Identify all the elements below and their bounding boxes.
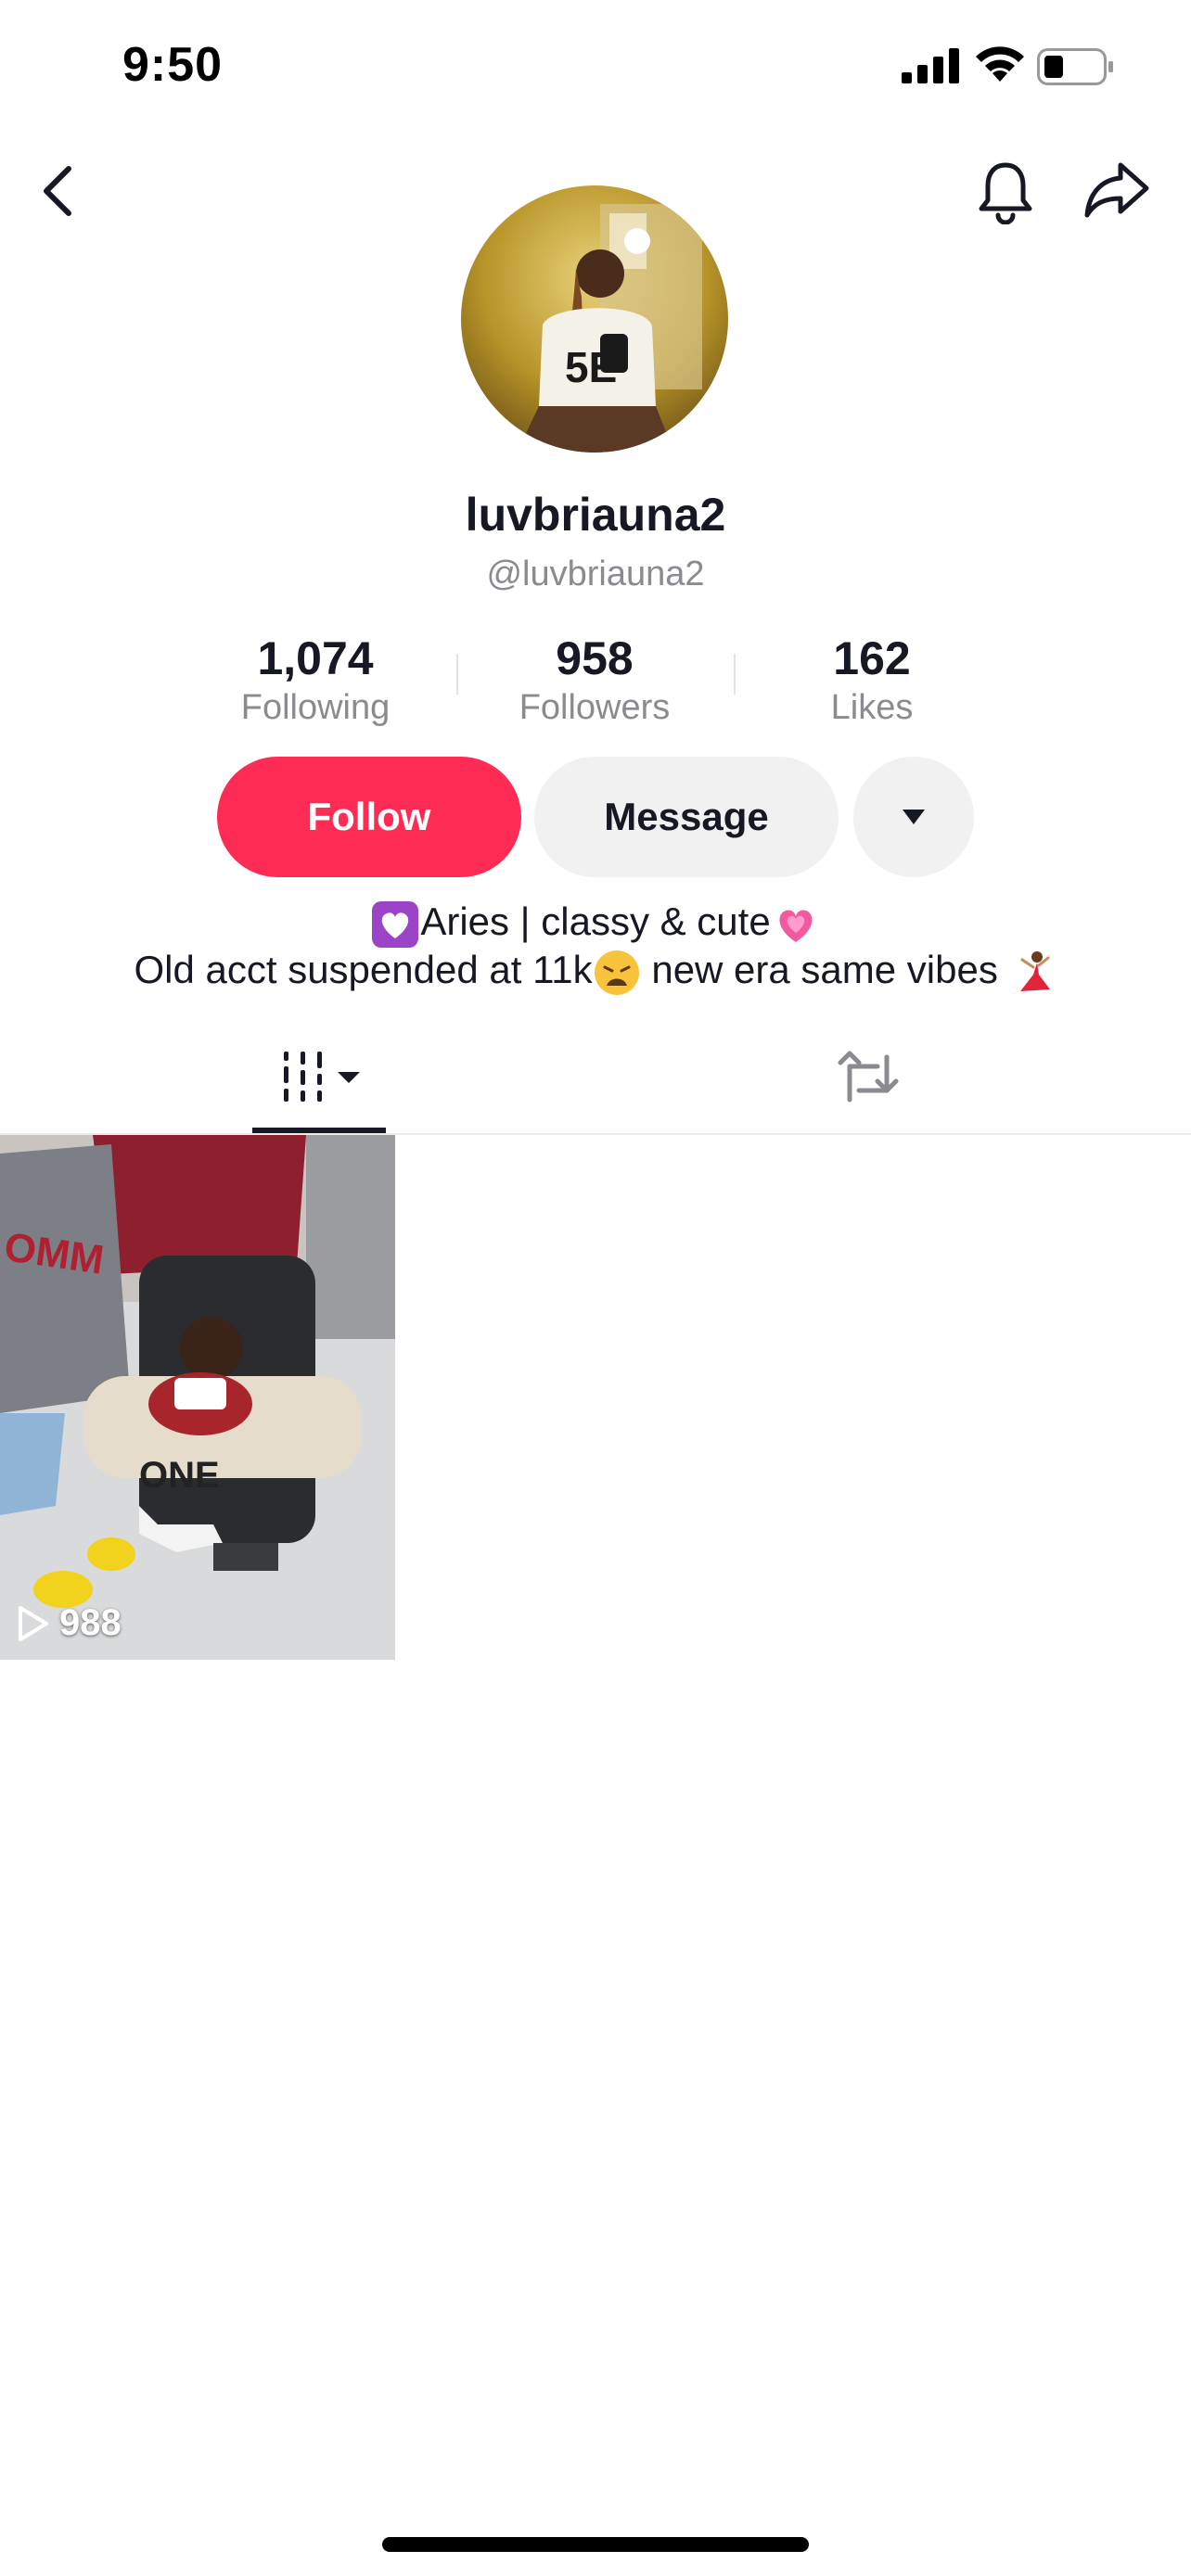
suggested-accounts-button[interactable] [853,757,974,877]
following-count: 1,074 [257,632,374,684]
status-time: 9:50 [122,38,224,92]
back-arrow-icon[interactable] [35,163,80,219]
wifi-icon [976,46,1024,82]
play-icon [19,1605,48,1641]
bio-line-2-text-a: Old acct suspended at 11k [134,948,593,991]
video-view-count-text: 988 [59,1602,122,1643]
avatar[interactable]: 5E [461,185,728,453]
bio-line-2: Old acct suspended at 11k new era same v… [0,948,1191,997]
likes-label: Likes [830,688,914,727]
dancer-emoji-icon [1019,950,1050,991]
message-button[interactable]: Message [534,757,839,877]
display-name: luvbriauna2 [465,489,726,541]
bio-line-1-text: Aries | classy & cute [420,899,771,944]
follow-button[interactable]: Follow [217,757,521,877]
caret-down-icon [903,810,925,824]
video-view-count: 988 [15,1602,122,1644]
cellular-signal-icon [902,48,959,83]
video-thumbnail-image: OMM ONE [0,1135,395,1660]
followers-label: Followers [519,688,671,727]
following-label: Following [240,688,391,727]
username-handle: @luvbriauna2 [486,555,705,593]
share-arrow-icon[interactable] [1083,159,1150,221]
videos-grid-tab-icon[interactable] [252,1046,386,1111]
bio-line-2-text-b: new era same vibes [640,948,1009,991]
battery-icon [1037,48,1113,85]
repost-tab-icon[interactable] [835,1046,902,1111]
avatar-image: 5E [461,185,728,453]
bio-line-1: Aries | classy & cute [0,899,1191,950]
home-indicator [382,2537,809,2552]
followers-stat[interactable]: 958 Followers [455,631,734,729]
likes-stat: 162 Likes [733,631,1011,729]
weary-face-emoji-icon [594,950,639,995]
following-stat[interactable]: 1,074 Following [176,631,455,729]
growing-heart-emoji-icon [779,910,813,942]
heart-box-emoji-icon [372,901,419,948]
svg-text:ONE: ONE [139,1455,220,1496]
video-thumbnail[interactable]: OMM ONE [0,1135,395,1660]
notification-bell-icon[interactable] [976,159,1035,224]
likes-count: 162 [833,632,911,684]
followers-count: 958 [556,632,634,684]
